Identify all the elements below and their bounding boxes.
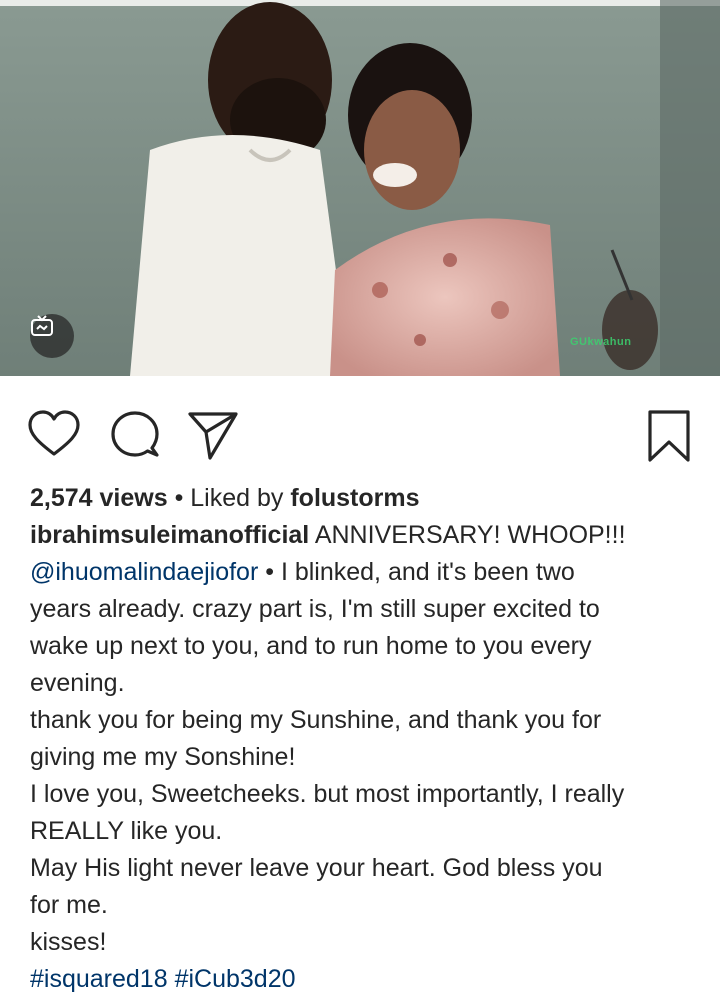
- caption-line: evening.: [30, 669, 125, 697]
- caption-line: @ihuomalindaejiofor • I blinked, and it'…: [30, 554, 700, 591]
- caption-line: thank you for being my Sunshine, and tha…: [30, 706, 602, 734]
- caption-line: giving me my Sonshine!: [30, 743, 296, 771]
- liked-by-username[interactable]: folustorms: [290, 484, 419, 512]
- caption-line: kisses!: [30, 928, 107, 956]
- separator: •: [167, 484, 191, 512]
- video-frame: [0, 0, 720, 376]
- bookmark-icon[interactable]: [642, 408, 698, 464]
- hashtag-link[interactable]: #isquared18: [30, 965, 168, 993]
- paper-plane-icon[interactable]: [186, 408, 242, 464]
- igtv-icon: [30, 314, 74, 358]
- video-watermark: GUkwahun: [570, 336, 632, 348]
- caption-text: ANNIVERSARY! WHOOP!!!: [309, 521, 626, 549]
- caption-line: for me.: [30, 891, 108, 919]
- caption-text: • I blinked, and it's been two: [258, 558, 575, 586]
- hashtag-link[interactable]: #iCub3d20: [175, 965, 296, 993]
- comment-icon[interactable]: [108, 408, 164, 464]
- heart-icon[interactable]: [26, 408, 82, 464]
- caption-line: years already. crazy part is, I'm still …: [30, 595, 600, 623]
- views-liked-line: 2,574 views • Liked by folustorms: [30, 480, 700, 517]
- caption-line: wake up next to you, and to run home to …: [30, 632, 592, 660]
- caption-line: REALLY like you.: [30, 817, 223, 845]
- post-caption-area: 2,574 views • Liked by folustorms ibrahi…: [30, 480, 700, 998]
- post-action-bar: [0, 396, 720, 476]
- hashtags-line: #isquared18 #iCub3d20: [30, 961, 700, 998]
- caption-line: May His light never leave your heart. Go…: [30, 854, 603, 882]
- liked-by-label: Liked by: [190, 484, 291, 512]
- caption-line: ibrahimsuleimanofficial ANNIVERSARY! WHO…: [30, 517, 700, 554]
- view-count[interactable]: 2,574 views: [30, 484, 168, 512]
- post-media-video[interactable]: GUkwahun: [0, 0, 720, 376]
- caption-username[interactable]: ibrahimsuleimanofficial: [30, 521, 309, 549]
- caption-line: I love you, Sweetcheeks. but most import…: [30, 780, 625, 808]
- mention-link[interactable]: @ihuomalindaejiofor: [30, 558, 258, 586]
